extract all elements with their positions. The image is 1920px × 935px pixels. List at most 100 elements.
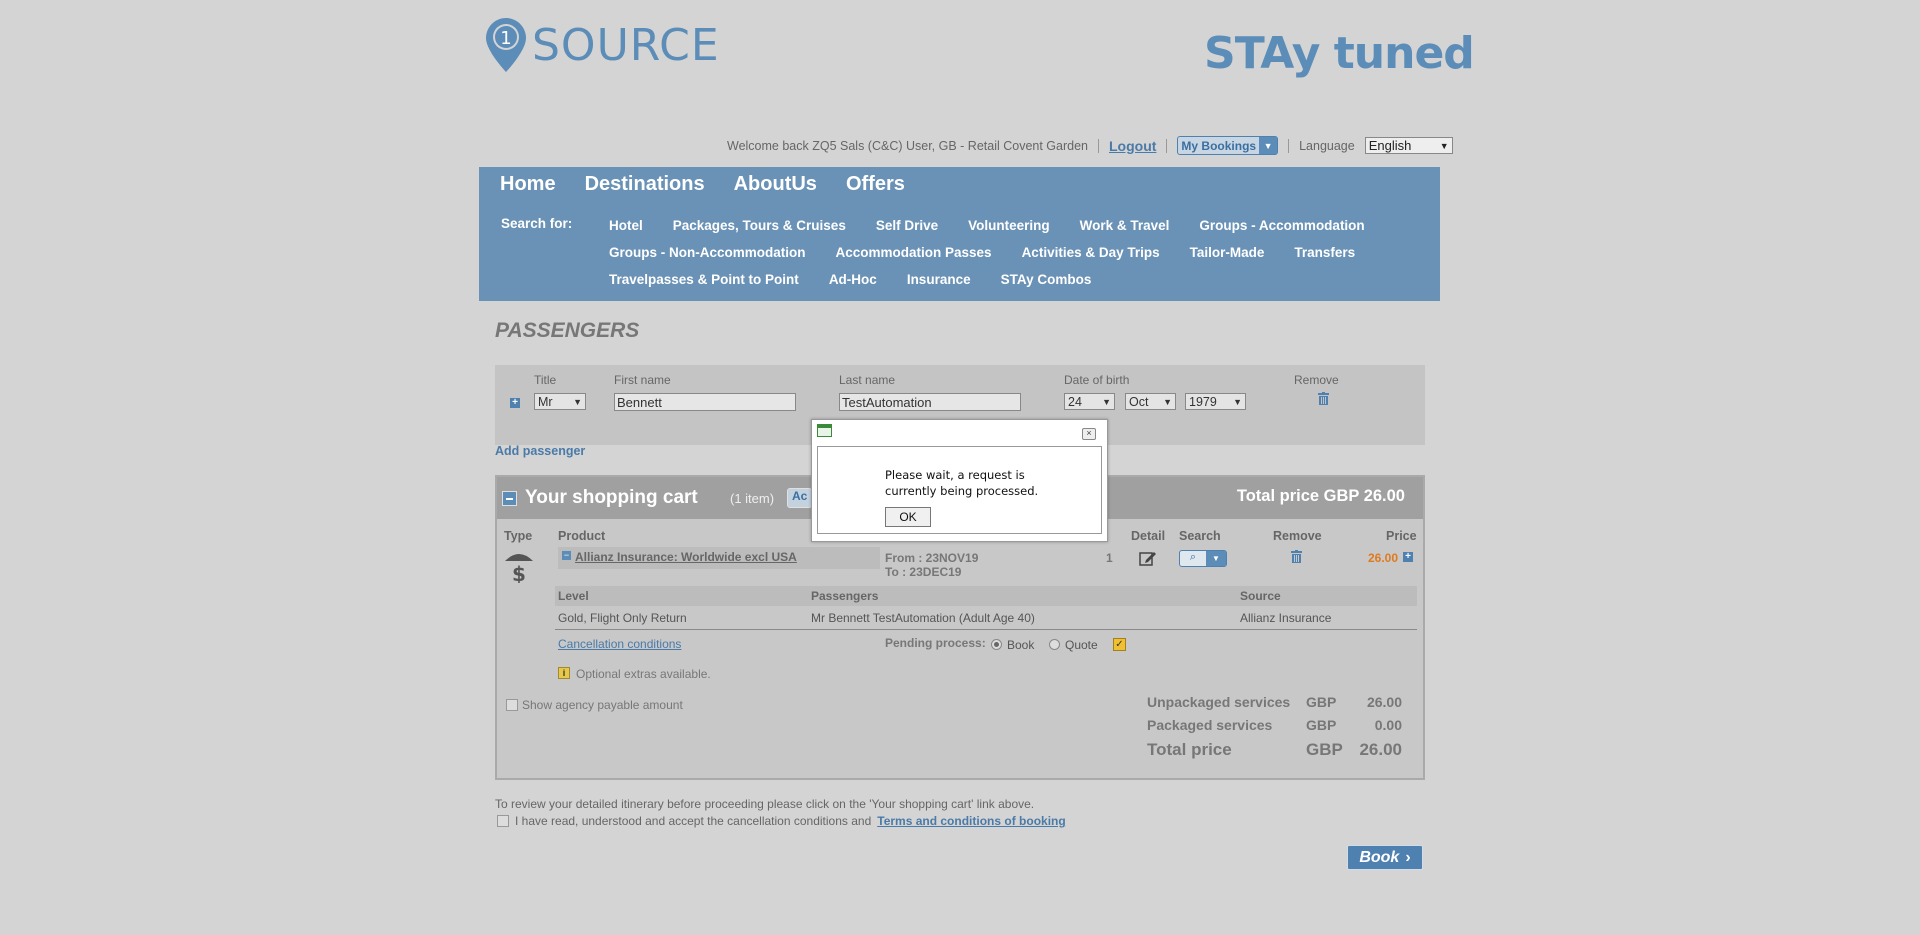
cart-total-label: Total price [1236,487,1320,505]
chevron-down-icon: ▼ [1233,396,1242,407]
col-remove: Remove [1273,529,1322,543]
nav-destinations[interactable]: Destinations [585,173,705,196]
search-link-activities[interactable]: Activities & Day Trips [1022,245,1160,260]
search-link-hotel[interactable]: Hotel [609,218,643,233]
accept-terms: I have read, understood and accept the c… [497,814,1066,828]
chevron-right-icon: › [1405,848,1411,866]
search-link-packages[interactable]: Packages, Tours & Cruises [673,218,846,233]
col-search: Search [1179,529,1221,543]
total-currency: GBP [1306,740,1343,759]
title-value: Mr [538,394,553,409]
processing-dialog: × Please wait, a request is currently be… [811,419,1108,542]
dob-year-select[interactable]: 1979 ▼ [1185,393,1246,410]
edit-detail-icon[interactable] [1139,550,1157,567]
search-for-label: Search for: [501,216,573,231]
title-select[interactable]: Mr ▼ [534,393,586,410]
ok-button[interactable]: OK [885,507,931,527]
language-select[interactable]: English ▼ [1364,137,1453,154]
my-bookings-button[interactable]: My Bookings ▼ [1177,136,1279,155]
trash-icon[interactable] [1291,550,1302,563]
logout-link[interactable]: Logout [1109,138,1156,154]
item-price: 26.00 [1368,551,1399,565]
close-icon[interactable]: × [1082,428,1096,440]
trash-icon[interactable] [1318,392,1329,405]
first-name-field[interactable]: Bennett [614,393,796,411]
search-link-stay-combos[interactable]: STAy Combos [1001,272,1092,287]
product-link[interactable]: Allianz Insurance: Worldwide excl USA [575,550,797,564]
language-label: Language [1299,138,1355,153]
unpackaged-label: Unpackaged services [1147,694,1291,710]
title-label: Title [534,373,557,387]
accept-terms-checkbox[interactable] [497,815,509,827]
cart-total: Total price GBP 26.00 [1237,487,1405,506]
review-note: To review your detailed itinerary before… [495,797,1035,811]
accept-terms-label: I have read, understood and accept the c… [515,814,872,828]
detail-header-row [555,586,1417,606]
dob-day-select[interactable]: 24 ▼ [1064,393,1115,410]
search-link-insurance[interactable]: Insurance [907,272,971,287]
passengers-title: PASSENGERS [495,319,640,342]
remove-label: Remove [1294,373,1339,387]
add-passenger-link[interactable]: Add passenger [495,444,585,458]
collapse-cart-icon[interactable] [502,491,517,506]
cancellation-conditions-link[interactable]: Cancellation conditions [558,637,681,651]
dob-label: Date of birth [1064,373,1130,387]
col-type: Type [504,529,533,543]
source-header: Source [1240,589,1281,603]
svg-text:1: 1 [500,28,511,49]
product-row: − Allianz Insurance: Worldwide excl USA [558,547,880,569]
onesource-logo[interactable]: 1 SOURCE [486,18,719,76]
col-product: Product [558,529,606,543]
search-link-volunteering[interactable]: Volunteering [968,218,1050,233]
search-dropdown-button[interactable]: ⌕ ▼ [1179,550,1227,567]
expand-price-icon[interactable]: + [1403,552,1413,562]
nav-aboutus[interactable]: AboutUs [734,173,817,196]
packaged-label: Packaged services [1147,717,1273,733]
stay-tuned-logo[interactable]: STAy tuned [1204,28,1475,79]
search-link-self-drive[interactable]: Self Drive [876,218,938,233]
packaged-value: 0.00 [1374,717,1402,733]
col-price: Price [1386,529,1417,543]
search-link-travelpasses[interactable]: Travelpasses & Point to Point [609,272,799,287]
cart-action-button[interactable]: Ac [787,488,813,508]
nav-home[interactable]: Home [500,173,556,196]
location-pin-icon: 1 [486,18,526,72]
chevron-down-icon: ▼ [573,396,582,407]
search-link-groups-accommodation[interactable]: Groups - Accommodation [1199,218,1364,233]
book-button[interactable]: Book › [1347,845,1423,870]
search-link-transfers[interactable]: Transfers [1294,245,1355,260]
quote-radio[interactable] [1049,639,1060,650]
passengers-value: Mr Bennett TestAutomation (Adult Age 40) [811,611,1035,625]
optional-extras-text: Optional extras available. [576,667,711,681]
terms-link[interactable]: Terms and conditions of booking [877,814,1065,828]
nav-offers[interactable]: Offers [846,173,905,196]
my-bookings-label: My Bookings [1181,138,1257,153]
search-link-groups-non-accommodation[interactable]: Groups - Non-Accommodation [609,245,806,260]
dialog-body: Please wait, a request is currently bein… [817,446,1102,534]
dialog-message: Please wait, a request is currently bein… [885,468,1039,498]
expand-passenger-icon[interactable]: + [510,398,520,408]
search-link-accommodation-passes[interactable]: Accommodation Passes [836,245,992,260]
level-value: Gold, Flight Only Return [558,611,687,625]
search-link-tailor-made[interactable]: Tailor-Made [1190,245,1265,260]
unpackaged-value: 26.00 [1366,694,1402,710]
last-name-field[interactable]: TestAutomation [839,393,1021,411]
dob-month-select[interactable]: Oct ▼ [1125,393,1176,410]
checklist-icon[interactable]: ✓ [1113,638,1126,651]
unpackaged-currency: GBP [1306,694,1337,710]
total-label: Total price [1147,740,1232,759]
divider [555,629,1417,630]
chevron-down-icon: ▼ [1439,140,1449,151]
search-link-work-travel[interactable]: Work & Travel [1080,218,1170,233]
cart-count: (1 item) [730,491,775,506]
chevron-down-icon: ▼ [1206,551,1226,566]
col-detail: Detail [1131,529,1166,543]
show-agency-checkbox[interactable] [506,699,518,711]
main-navigation: Home Destinations AboutUs Offers Search … [479,167,1440,301]
search-link-ad-hoc[interactable]: Ad-Hoc [829,272,877,287]
source-value: Allianz Insurance [1240,611,1332,625]
svg-text:$: $ [512,562,526,583]
book-radio[interactable] [991,639,1002,650]
collapse-item-icon[interactable]: − [562,551,571,560]
cart-title[interactable]: Your shopping cart [525,487,698,509]
